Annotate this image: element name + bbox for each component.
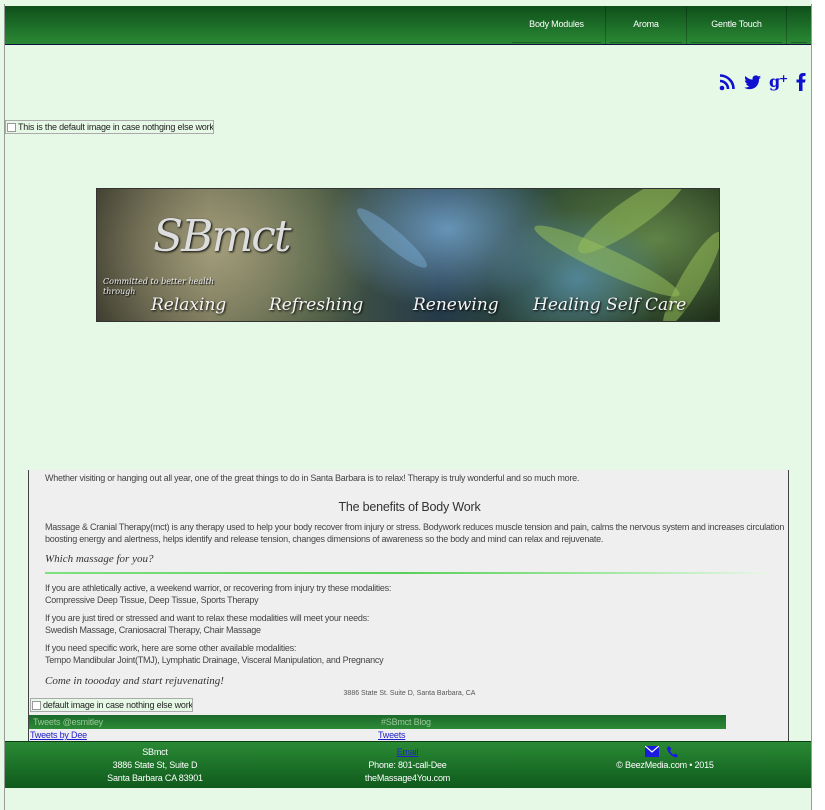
nav-item-extra[interactable]: [786, 6, 811, 45]
divider: [45, 572, 770, 574]
twitter-icon[interactable]: [743, 72, 762, 94]
footer-icons: [644, 745, 678, 760]
broken-image-icon: [32, 700, 41, 710]
broken-image-icon: [7, 122, 16, 132]
banner-word-relaxing: Relaxing: [151, 295, 227, 315]
footer-phone: Phone: 801-call-Dee: [368, 760, 447, 770]
default-image-placeholder: This is the default image in case nothgi…: [5, 120, 214, 134]
modality-p3-list: Tempo Mandibular Joint(TMJ), Lymphatic D…: [45, 655, 384, 665]
footer-site: theMassage4You.com: [364, 773, 451, 783]
banner-logo: SBmct: [153, 211, 292, 262]
tweets-header-right: #SBmct Blog: [377, 715, 726, 729]
phone-icon[interactable]: [667, 746, 678, 760]
top-navbar: Body Modules Aroma Gentle Touch: [5, 6, 811, 45]
rss-icon[interactable]: [719, 72, 735, 94]
nav-item-body-modules[interactable]: Body Modules: [508, 6, 605, 45]
tweets-by-dee-link[interactable]: Tweets by Dee: [30, 730, 87, 740]
envelope-icon[interactable]: [644, 745, 660, 760]
footer-copyright: © BeezMedia.com • 2015: [616, 760, 714, 770]
svg-text:+: +: [779, 72, 788, 85]
body-text-line-2: boosting energy and alertness, helps ide…: [45, 534, 604, 544]
footer-address: SBmct 3886 State St, Suite D Santa Barba…: [85, 746, 225, 785]
nav-label: Aroma: [633, 19, 659, 29]
footer: SBmct 3886 State St, Suite D Santa Barba…: [5, 741, 811, 788]
modality-p2-intro: If you are just tired or stressed and wa…: [45, 613, 370, 623]
banner-word-healing: Healing Self Care: [533, 295, 687, 315]
cta-text: Come in toooday and start rejuvenating!: [45, 675, 224, 687]
default-image-alt: This is the default image in case nothgi…: [18, 122, 214, 132]
subheading-which-massage: Which massage for you?: [45, 553, 154, 565]
nav-label: Body Modules: [529, 19, 584, 29]
modality-p3-intro: If you need specific work, here are some…: [45, 643, 297, 653]
modality-p1-list: Compressive Deep Tissue, Deep Tissue, Sp…: [45, 595, 259, 605]
modality-p2-list: Swedish Massage, Craniosacral Therapy, C…: [45, 625, 261, 635]
footer-email-link[interactable]: Email: [397, 747, 419, 757]
modality-p1-intro: If you are athletically active, a weeken…: [45, 583, 392, 593]
small-image-placeholder: default image in case nothing else works: [30, 698, 193, 712]
facebook-icon[interactable]: [795, 72, 807, 94]
banner-word-renewing: Renewing: [413, 295, 499, 315]
address-line: 3886 State St. Suite D, Santa Barbara, C…: [343, 690, 476, 697]
small-image-alt: default image in case nothing else works: [43, 700, 193, 710]
footer-street: 3886 State St, Suite D: [112, 760, 198, 770]
intro-text: Whether visiting or hanging out all year…: [45, 473, 580, 483]
footer-name: SBmct: [142, 747, 168, 757]
nav-item-aroma[interactable]: Aroma: [605, 6, 686, 45]
tweets-link[interactable]: Tweets: [378, 730, 406, 740]
section-heading: The benefits of Body Work: [338, 500, 481, 514]
google-plus-icon[interactable]: g +: [769, 72, 789, 94]
body-text-line-1: Massage & Cranial Therapy(mct) is any th…: [45, 522, 785, 532]
tweets-header-left: Tweets @esmitley: [29, 715, 377, 729]
nav-label: Gentle Touch: [711, 19, 762, 29]
window-edge: [812, 0, 825, 810]
footer-contact: Email Phone: 801-call-Dee theMassage4You…: [335, 746, 480, 785]
nav-item-gentle-touch[interactable]: Gentle Touch: [686, 6, 786, 45]
banner-word-refreshing: Refreshing: [269, 295, 364, 315]
hero-banner: SBmct Committed to better health through…: [96, 188, 720, 322]
footer-city: Santa Barbara CA 83901: [107, 773, 203, 783]
banner-tagline: Committed to better health through: [103, 277, 215, 296]
